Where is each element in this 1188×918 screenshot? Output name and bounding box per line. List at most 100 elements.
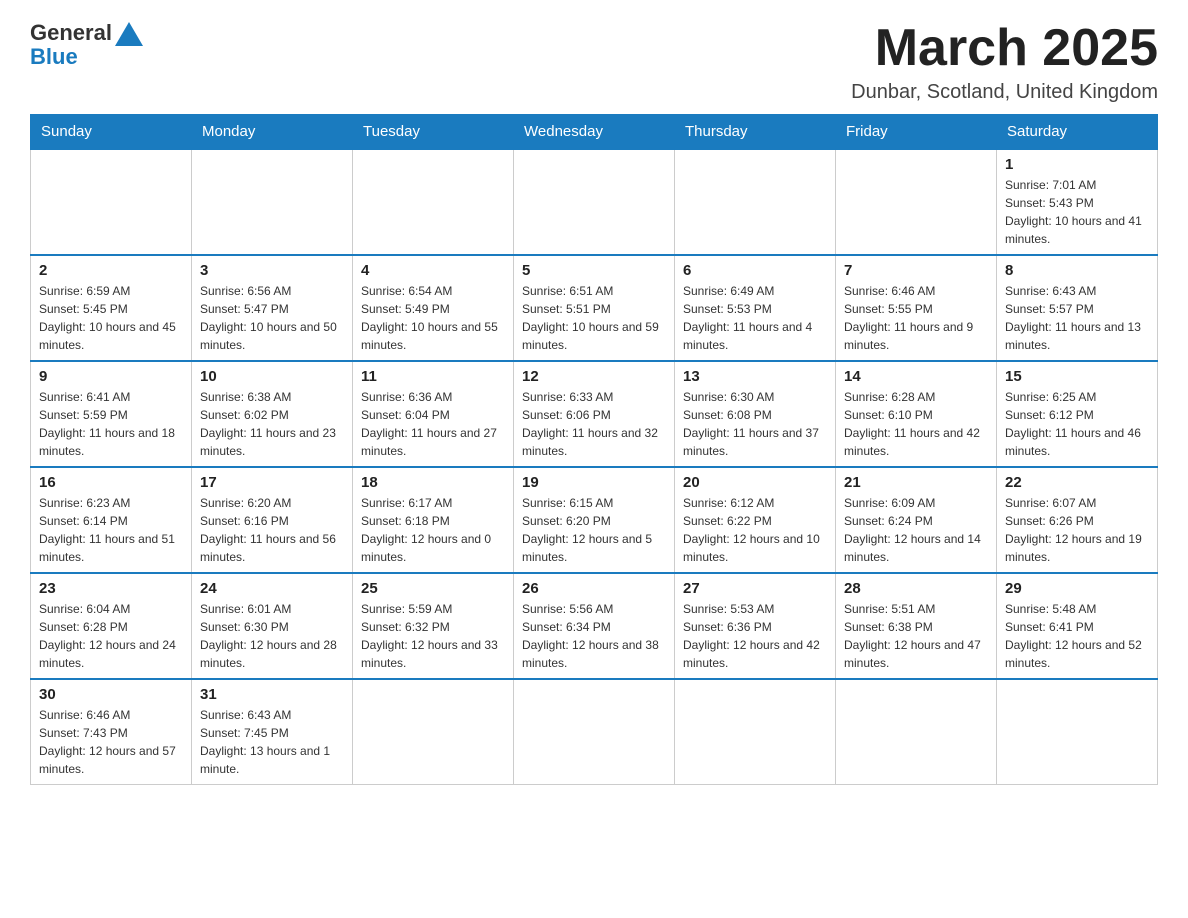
- day-number: 13: [683, 368, 827, 385]
- calendar-table: SundayMondayTuesdayWednesdayThursdayFrid…: [30, 114, 1158, 785]
- calendar-cell: 21Sunrise: 6:09 AM Sunset: 6:24 PM Dayli…: [836, 467, 997, 573]
- day-number: 12: [522, 368, 666, 385]
- weekday-header-monday: Monday: [192, 115, 353, 150]
- day-info: Sunrise: 6:46 AM Sunset: 5:55 PM Dayligh…: [844, 282, 988, 354]
- calendar-cell: 13Sunrise: 6:30 AM Sunset: 6:08 PM Dayli…: [675, 361, 836, 467]
- day-info: Sunrise: 6:38 AM Sunset: 6:02 PM Dayligh…: [200, 388, 344, 460]
- day-number: 18: [361, 474, 505, 491]
- day-number: 14: [844, 368, 988, 385]
- calendar-cell: 2 Sunrise: 6:59 AM Sunset: 5:45 PM Daylig…: [31, 255, 192, 361]
- day-number: 25: [361, 580, 505, 597]
- day-info: Sunrise: 5:51 AM Sunset: 6:38 PM Dayligh…: [844, 600, 988, 672]
- calendar-cell: 17 Sunrise: 6:20 AM Sunset: 6:16 PM Dayli…: [192, 467, 353, 573]
- day-number: 7: [844, 262, 988, 279]
- day-number: 29: [1005, 580, 1149, 597]
- calendar-cell: [997, 679, 1158, 785]
- calendar-cell: [836, 679, 997, 785]
- day-number: 1: [1005, 156, 1149, 173]
- weekday-header-tuesday: Tuesday: [353, 115, 514, 150]
- weekday-header-thursday: Thursday: [675, 115, 836, 150]
- weekday-header-wednesday: Wednesday: [514, 115, 675, 150]
- title-section: March 2025 Dunbar, Scotland, United King…: [851, 20, 1158, 104]
- weekday-header-friday: Friday: [836, 115, 997, 150]
- day-info: Sunrise: 6:43 AM Sunset: 7:45 PM Dayligh…: [200, 706, 344, 778]
- logo-general-text: General: [30, 20, 112, 46]
- calendar-cell: 27Sunrise: 5:53 AM Sunset: 6:36 PM Dayli…: [675, 573, 836, 679]
- calendar-week-row: 23 Sunrise: 6:04 AM Sunset: 6:28 PM Dayli…: [31, 573, 1158, 679]
- calendar-cell: 15Sunrise: 6:25 AM Sunset: 6:12 PM Dayli…: [997, 361, 1158, 467]
- calendar-cell: 12Sunrise: 6:33 AM Sunset: 6:06 PM Dayli…: [514, 361, 675, 467]
- calendar-cell: [353, 679, 514, 785]
- day-number: 9: [39, 368, 183, 385]
- day-number: 15: [1005, 368, 1149, 385]
- calendar-cell: 7 Sunrise: 6:46 AM Sunset: 5:55 PM Daylig…: [836, 255, 997, 361]
- day-number: 10: [200, 368, 344, 385]
- day-info: Sunrise: 6:43 AM Sunset: 5:57 PM Dayligh…: [1005, 282, 1149, 354]
- calendar-cell: 16 Sunrise: 6:23 AM Sunset: 6:14 PM Dayli…: [31, 467, 192, 573]
- day-info: Sunrise: 6:17 AM Sunset: 6:18 PM Dayligh…: [361, 494, 505, 566]
- day-info: Sunrise: 5:59 AM Sunset: 6:32 PM Dayligh…: [361, 600, 505, 672]
- day-info: Sunrise: 6:23 AM Sunset: 6:14 PM Dayligh…: [39, 494, 183, 566]
- day-info: Sunrise: 6:09 AM Sunset: 6:24 PM Dayligh…: [844, 494, 988, 566]
- calendar-week-row: 2 Sunrise: 6:59 AM Sunset: 5:45 PM Daylig…: [31, 255, 1158, 361]
- calendar-cell: 6Sunrise: 6:49 AM Sunset: 5:53 PM Daylig…: [675, 255, 836, 361]
- day-info: Sunrise: 6:04 AM Sunset: 6:28 PM Dayligh…: [39, 600, 183, 672]
- day-number: 17: [200, 474, 344, 491]
- day-number: 3: [200, 262, 344, 279]
- day-info: Sunrise: 6:54 AM Sunset: 5:49 PM Dayligh…: [361, 282, 505, 354]
- calendar-cell: 19Sunrise: 6:15 AM Sunset: 6:20 PM Dayli…: [514, 467, 675, 573]
- calendar-cell: 14Sunrise: 6:28 AM Sunset: 6:10 PM Dayli…: [836, 361, 997, 467]
- logo-blue-text: Blue: [30, 44, 78, 70]
- calendar-cell: [353, 149, 514, 255]
- calendar-cell: 4 Sunrise: 6:54 AM Sunset: 5:49 PM Daylig…: [353, 255, 514, 361]
- day-number: 2: [39, 262, 183, 279]
- day-info: Sunrise: 6:59 AM Sunset: 5:45 PM Dayligh…: [39, 282, 183, 354]
- calendar-cell: 29 Sunrise: 5:48 AM Sunset: 6:41 PM Dayli…: [997, 573, 1158, 679]
- calendar-week-row: 16 Sunrise: 6:23 AM Sunset: 6:14 PM Dayli…: [31, 467, 1158, 573]
- day-number: 23: [39, 580, 183, 597]
- calendar-cell: 11 Sunrise: 6:36 AM Sunset: 6:04 PM Dayli…: [353, 361, 514, 467]
- month-title: March 2025: [851, 20, 1158, 77]
- weekday-header-row: SundayMondayTuesdayWednesdayThursdayFrid…: [31, 115, 1158, 150]
- logo: General Blue: [30, 20, 143, 70]
- calendar-cell: [675, 149, 836, 255]
- calendar-cell: 30 Sunrise: 6:46 AM Sunset: 7:43 PM Dayli…: [31, 679, 192, 785]
- page-header: General Blue March 2025 Dunbar, Scotland…: [30, 20, 1158, 104]
- day-info: Sunrise: 6:36 AM Sunset: 6:04 PM Dayligh…: [361, 388, 505, 460]
- calendar-cell: 28Sunrise: 5:51 AM Sunset: 6:38 PM Dayli…: [836, 573, 997, 679]
- day-number: 26: [522, 580, 666, 597]
- calendar-cell: 10 Sunrise: 6:38 AM Sunset: 6:02 PM Dayli…: [192, 361, 353, 467]
- day-info: Sunrise: 6:01 AM Sunset: 6:30 PM Dayligh…: [200, 600, 344, 672]
- weekday-header-sunday: Sunday: [31, 115, 192, 150]
- day-info: Sunrise: 6:07 AM Sunset: 6:26 PM Dayligh…: [1005, 494, 1149, 566]
- calendar-cell: 23 Sunrise: 6:04 AM Sunset: 6:28 PM Dayli…: [31, 573, 192, 679]
- day-info: Sunrise: 5:48 AM Sunset: 6:41 PM Dayligh…: [1005, 600, 1149, 672]
- day-number: 24: [200, 580, 344, 597]
- calendar-cell: 25 Sunrise: 5:59 AM Sunset: 6:32 PM Dayli…: [353, 573, 514, 679]
- calendar-cell: [836, 149, 997, 255]
- day-number: 30: [39, 686, 183, 703]
- calendar-cell: [514, 679, 675, 785]
- day-number: 27: [683, 580, 827, 597]
- day-info: Sunrise: 6:12 AM Sunset: 6:22 PM Dayligh…: [683, 494, 827, 566]
- day-number: 8: [1005, 262, 1149, 279]
- day-info: Sunrise: 6:46 AM Sunset: 7:43 PM Dayligh…: [39, 706, 183, 778]
- day-number: 22: [1005, 474, 1149, 491]
- calendar-cell: 26Sunrise: 5:56 AM Sunset: 6:34 PM Dayli…: [514, 573, 675, 679]
- calendar-cell: [31, 149, 192, 255]
- calendar-week-row: 30 Sunrise: 6:46 AM Sunset: 7:43 PM Dayli…: [31, 679, 1158, 785]
- day-number: 31: [200, 686, 344, 703]
- calendar-week-row: 1 Sunrise: 7:01 AM Sunset: 5:43 PM Daylig…: [31, 149, 1158, 255]
- calendar-cell: [192, 149, 353, 255]
- day-info: Sunrise: 6:15 AM Sunset: 6:20 PM Dayligh…: [522, 494, 666, 566]
- day-number: 16: [39, 474, 183, 491]
- day-number: 20: [683, 474, 827, 491]
- day-info: Sunrise: 7:01 AM Sunset: 5:43 PM Dayligh…: [1005, 176, 1149, 248]
- day-info: Sunrise: 6:20 AM Sunset: 6:16 PM Dayligh…: [200, 494, 344, 566]
- day-number: 4: [361, 262, 505, 279]
- day-number: 11: [361, 368, 505, 385]
- day-info: Sunrise: 6:56 AM Sunset: 5:47 PM Dayligh…: [200, 282, 344, 354]
- day-info: Sunrise: 6:49 AM Sunset: 5:53 PM Dayligh…: [683, 282, 827, 354]
- day-info: Sunrise: 6:51 AM Sunset: 5:51 PM Dayligh…: [522, 282, 666, 354]
- calendar-cell: 20 Sunrise: 6:12 AM Sunset: 6:22 PM Dayli…: [675, 467, 836, 573]
